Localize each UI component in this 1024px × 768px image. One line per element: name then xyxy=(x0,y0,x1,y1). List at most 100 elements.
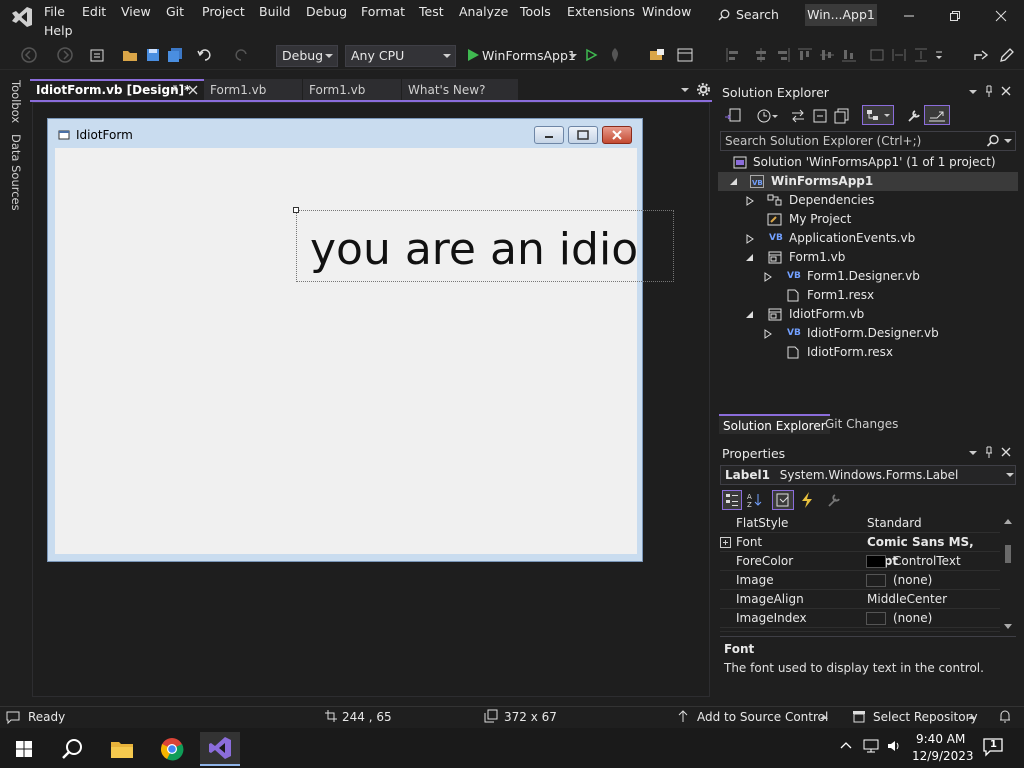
navigate-forward-icon[interactable] xyxy=(56,46,74,64)
menu-analyze[interactable]: Analyze xyxy=(459,4,508,20)
start-debugging-button[interactable] xyxy=(464,46,482,64)
menu-test[interactable]: Test xyxy=(419,4,444,20)
properties-view-button[interactable] xyxy=(772,490,794,510)
align-centers-icon[interactable] xyxy=(752,46,770,64)
hot-reload-icon[interactable] xyxy=(606,46,624,64)
property-pages-icon[interactable] xyxy=(826,491,844,509)
label1-text[interactable]: you are an idiot xyxy=(310,222,636,280)
menu-extensions[interactable]: Extensions xyxy=(567,4,635,20)
horizontal-spacing-icon[interactable] xyxy=(890,46,908,64)
visual-studio-logo-icon[interactable] xyxy=(10,6,34,28)
properties-wrench-icon[interactable] xyxy=(906,108,922,124)
feedback-icon[interactable] xyxy=(998,46,1016,64)
taskbar-time[interactable]: 9:40 AM xyxy=(916,732,965,746)
panel-options-chevron-icon[interactable] xyxy=(968,449,978,457)
property-value[interactable]: ControlText xyxy=(893,552,961,571)
start-without-debugging-button[interactable] xyxy=(582,46,600,64)
tab-idiotform-design[interactable]: IdiotForm.vb [Design]* xyxy=(30,79,204,101)
property-object-selector[interactable]: Label1 System.Windows.Forms.Label xyxy=(720,465,1016,485)
search-options-chevron-icon[interactable] xyxy=(1004,138,1012,144)
property-row-flatstyle[interactable]: FlatStyle Standard xyxy=(720,514,1000,533)
tab-form1-vb[interactable]: Form1.vb xyxy=(204,79,302,101)
menu-tools[interactable]: Tools xyxy=(520,4,551,20)
form-client-area[interactable] xyxy=(55,148,637,554)
navigate-back-icon[interactable] xyxy=(20,46,38,64)
history-icon[interactable] xyxy=(756,108,778,124)
start-button[interactable] xyxy=(4,732,44,766)
property-row-imagealign[interactable]: ImageAlign MiddleCenter xyxy=(720,590,1000,609)
menu-help[interactable]: Help xyxy=(44,23,73,39)
pin-icon[interactable] xyxy=(984,445,994,459)
property-row-forecolor[interactable]: ForeColor ControlText xyxy=(720,552,1000,571)
solution-name-badge[interactable]: Win...App1 xyxy=(805,4,877,26)
close-panel-icon[interactable] xyxy=(1001,447,1011,457)
tab-form1-vb-2[interactable]: Form1.vb xyxy=(303,79,401,101)
add-to-source-control-button[interactable]: Add to Source Control xyxy=(697,709,828,725)
show-all-files-icon[interactable] xyxy=(834,108,850,124)
menu-debug[interactable]: Debug xyxy=(306,4,347,20)
label1-resize-grip[interactable] xyxy=(293,207,299,213)
notifications-bell-icon[interactable] xyxy=(998,709,1012,723)
new-project-icon[interactable] xyxy=(88,46,106,64)
pin-icon[interactable] xyxy=(984,84,994,98)
undo-icon[interactable] xyxy=(196,46,214,64)
chevron-down-icon[interactable] xyxy=(1006,472,1014,478)
tab-solution-explorer[interactable]: Solution Explorer xyxy=(719,414,830,434)
tray-overflow-chevron-icon[interactable] xyxy=(840,741,852,749)
taskbar-search-button[interactable] xyxy=(52,732,92,766)
file-explorer-taskbar-button[interactable] xyxy=(102,732,142,766)
align-lefts-icon[interactable] xyxy=(724,46,742,64)
collapse-all-icon[interactable] xyxy=(812,108,828,124)
data-sources-tab[interactable]: Data Sources xyxy=(9,134,23,211)
categorized-button[interactable] xyxy=(722,490,742,510)
output-window-icon[interactable] xyxy=(5,709,21,725)
chrome-taskbar-button[interactable] xyxy=(152,732,192,766)
preview-selected-items-button[interactable] xyxy=(924,105,950,125)
share-icon[interactable] xyxy=(972,46,990,64)
save-icon[interactable] xyxy=(144,46,162,64)
menu-project[interactable]: Project xyxy=(202,4,245,20)
align-middles-icon[interactable] xyxy=(818,46,836,64)
property-value[interactable]: (none) xyxy=(893,609,932,628)
alphabetical-icon[interactable]: AZ xyxy=(746,491,764,509)
menu-edit[interactable]: Edit xyxy=(82,4,106,20)
chevron-up-icon[interactable] xyxy=(820,714,828,720)
select-repository-button[interactable]: Select Repository xyxy=(873,709,978,725)
save-all-icon[interactable] xyxy=(166,46,184,64)
close-window-button[interactable] xyxy=(978,4,1024,28)
search-icon[interactable] xyxy=(986,134,1000,148)
menu-git[interactable]: Git xyxy=(166,4,184,20)
align-rights-icon[interactable] xyxy=(774,46,792,64)
tree-item-project[interactable]: VB WinFormsApp1 xyxy=(718,172,1018,191)
taskbar-date[interactable]: 12/9/2023 xyxy=(912,749,974,763)
make-same-size-icon[interactable] xyxy=(868,46,886,64)
tab-git-changes[interactable]: Git Changes xyxy=(821,414,902,434)
arrow-up-icon[interactable] xyxy=(677,709,689,723)
menu-build[interactable]: Build xyxy=(259,4,290,20)
tab-whats-new[interactable]: What's New? xyxy=(402,79,518,101)
expand-plus-icon[interactable] xyxy=(720,537,731,548)
solution-explorer-icon[interactable] xyxy=(648,46,666,64)
platform-dropdown[interactable]: Any CPU xyxy=(345,45,456,67)
chevron-up-icon[interactable] xyxy=(968,714,976,720)
restore-button[interactable] xyxy=(932,4,978,28)
panel-options-chevron-icon[interactable] xyxy=(968,88,978,96)
menu-format[interactable]: Format xyxy=(361,4,405,20)
property-row-image[interactable]: Image (none) xyxy=(720,571,1000,590)
properties-scrollbar[interactable] xyxy=(1002,516,1014,632)
menu-file[interactable]: File xyxy=(44,4,65,20)
align-bottoms-icon[interactable] xyxy=(840,46,858,64)
minimize-button[interactable] xyxy=(886,4,932,28)
gear-icon[interactable] xyxy=(697,83,710,96)
tab-list-dropdown-icon[interactable] xyxy=(680,86,690,94)
visual-studio-taskbar-button[interactable] xyxy=(200,732,240,766)
toolbar-overflow-icon[interactable] xyxy=(934,46,944,64)
pin-icon[interactable] xyxy=(170,84,180,96)
run-target-chevron-icon[interactable] xyxy=(568,46,578,64)
property-row-imageindex[interactable]: ImageIndex (none) xyxy=(720,609,1000,628)
switch-views-icon[interactable] xyxy=(724,108,742,124)
align-tops-icon[interactable] xyxy=(796,46,814,64)
property-value[interactable]: Standard xyxy=(867,514,922,533)
vertical-spacing-icon[interactable] xyxy=(912,46,930,64)
configuration-dropdown[interactable]: Debug xyxy=(276,45,338,67)
